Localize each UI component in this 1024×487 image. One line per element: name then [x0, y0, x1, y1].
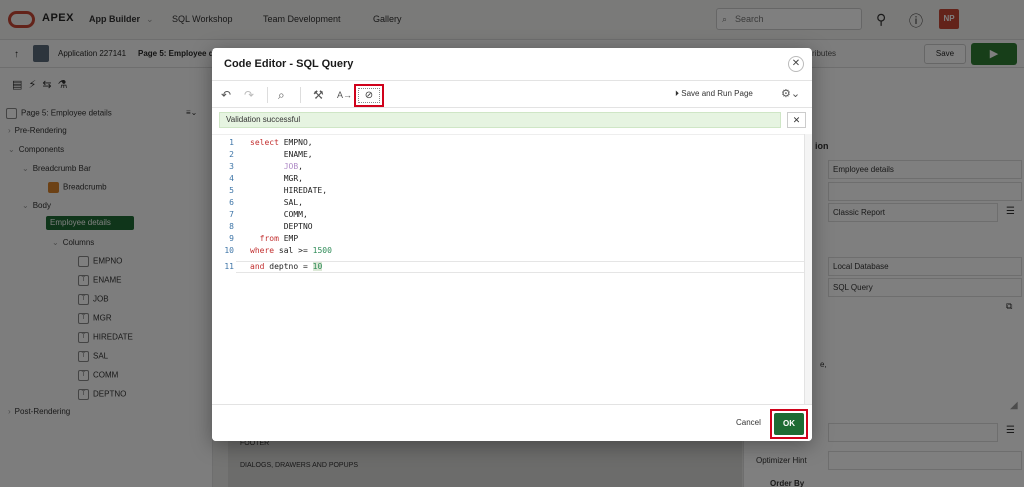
cancel-button[interactable]: Cancel: [730, 415, 767, 430]
check-circle-icon: ⊘: [358, 88, 380, 103]
dialog-close-icon[interactable]: ✕: [788, 56, 804, 72]
line-number: 9: [229, 234, 234, 243]
redo-icon[interactable]: ↷: [244, 86, 254, 104]
line-number: 11: [224, 262, 234, 271]
line-number: 8: [229, 222, 234, 231]
code-text: HIREDATE,: [250, 186, 328, 195]
sql-code-editor[interactable]: 1 select EMPNO, 2 ENAME, 3 JOB, 4 MGR, 5 …: [212, 134, 804, 404]
code-text: SAL,: [250, 198, 303, 207]
line-number: 6: [229, 198, 234, 207]
code-text: from EMP: [259, 234, 299, 243]
dialog-title: Code Editor - SQL Query: [224, 58, 354, 70]
validate-button[interactable]: ⊘: [354, 84, 384, 107]
code-text: COMM,: [250, 210, 308, 219]
query-builder-icon[interactable]: ⚒: [313, 86, 324, 104]
validation-close-icon[interactable]: ✕: [787, 112, 806, 128]
code-text: ENAME,: [250, 150, 313, 159]
ok-button[interactable]: OK: [774, 413, 804, 435]
code-text: select EMPNO,: [250, 138, 313, 147]
code-editor-dialog: Code Editor - SQL Query ✕ ↶ ↷ ⌕ ⚒ A→ ⊘ ⏵…: [212, 48, 812, 441]
editor-toolbar: ↶ ↷ ⌕ ⚒ A→ ⊘ ⏵ Save and Run Page ⚙⌄: [212, 80, 812, 108]
autocomplete-icon[interactable]: A→: [337, 86, 352, 104]
line-number: 3: [229, 162, 234, 171]
undo-icon[interactable]: ↶: [221, 86, 231, 104]
ok-button-highlight: OK: [770, 409, 808, 439]
save-and-run-button[interactable]: ⏵ Save and Run Page: [675, 89, 753, 99]
code-text: JOB,: [283, 162, 303, 171]
settings-gear-icon[interactable]: ⚙⌄: [781, 87, 800, 100]
line-number: 2: [229, 150, 234, 159]
line-number: 4: [229, 174, 234, 183]
toolbar-divider: [300, 87, 301, 103]
line-number: 5: [229, 186, 234, 195]
line-number: 7: [229, 210, 234, 219]
code-text: and deptno = 10: [250, 262, 323, 271]
validation-message: Validation successful: [219, 112, 781, 128]
line-number: 1: [229, 138, 234, 147]
search-icon[interactable]: ⌕: [278, 86, 285, 104]
code-text: DEPTNO: [250, 222, 313, 231]
code-text: where sal >= 1500: [250, 246, 332, 255]
line-number: 10: [224, 246, 234, 255]
code-text: MGR,: [250, 174, 303, 183]
save-and-run-label: Save and Run Page: [681, 89, 753, 98]
dialog-footer: Cancel OK: [212, 404, 812, 441]
editor-scrollbar[interactable]: [804, 134, 812, 404]
toolbar-divider: [267, 87, 268, 103]
